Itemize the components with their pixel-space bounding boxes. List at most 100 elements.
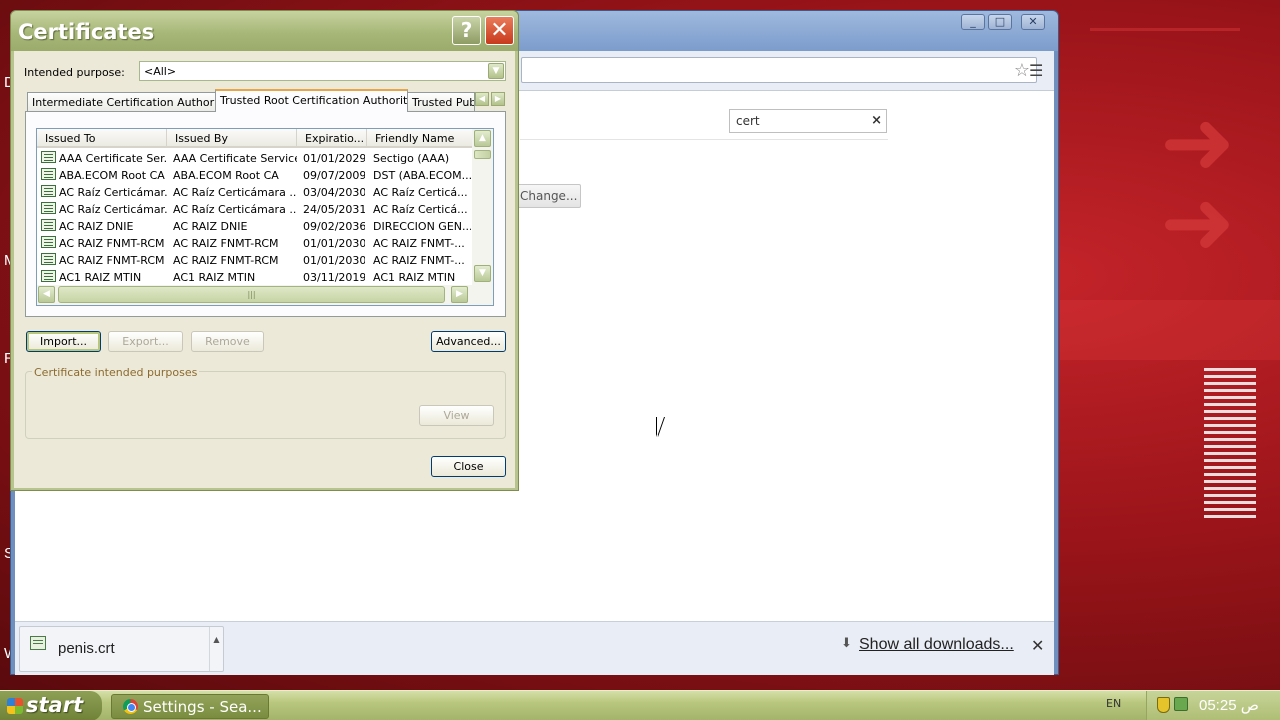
table-row[interactable]: AC RAIZ FNMT-RCM AC RAIZ FNMT-RCM 01/01/… [37, 235, 473, 252]
table-row[interactable]: AAA Certificate Ser... AAA Certificate S… [37, 150, 473, 167]
cell-expiration: 09/07/2009 [303, 169, 365, 182]
scroll-up-icon[interactable]: ▲ [474, 130, 491, 147]
clock[interactable]: 05:25 ص [1199, 696, 1259, 714]
change-proxy-button[interactable]: Change... [517, 184, 581, 208]
scroll-down-icon[interactable]: ▼ [474, 265, 491, 282]
cell-expiration: 09/02/2036 [303, 220, 365, 233]
cell-issued-to: AC Raíz Certicámar... [59, 186, 167, 199]
start-button[interactable]: start [0, 691, 102, 720]
certificate-icon [41, 236, 56, 248]
cell-issued-by: AC1 RAIZ MTIN [173, 271, 256, 284]
tab-trusted-publishers[interactable]: Trusted Publi [407, 92, 475, 111]
settings-search-value: cert [736, 114, 760, 128]
cell-expiration: 01/01/2029 [303, 152, 365, 165]
certificate-purposes-group: Certificate intended purposes View [25, 366, 506, 439]
windows-logo-icon [7, 698, 23, 714]
cell-friendly-name: AC RAIZ FNMT-... [373, 237, 465, 250]
export-button[interactable]: Export... [108, 331, 183, 352]
table-row[interactable]: AC Raíz Certicámar... AC Raíz Certicámar… [37, 184, 473, 201]
minimize-button[interactable]: _ [961, 14, 985, 30]
intended-purpose-value: <All> [144, 65, 177, 78]
help-button[interactable]: ? [452, 16, 481, 45]
scroll-right-icon[interactable]: ▶ [451, 286, 468, 303]
certificate-icon [41, 253, 56, 265]
import-button[interactable]: Import... [26, 331, 101, 352]
certificate-icon [41, 202, 56, 214]
certificate-icon [41, 185, 56, 197]
view-button[interactable]: View [419, 405, 494, 426]
window-close-button[interactable]: ✕ [1021, 14, 1045, 30]
chevron-down-icon[interactable]: ▼ [488, 63, 504, 79]
cell-friendly-name: AC RAIZ FNMT-... [373, 254, 465, 267]
address-bar[interactable]: ☆ [521, 57, 1037, 83]
system-tray: 05:25 ص [1146, 691, 1280, 720]
cell-expiration: 01/01/2030 [303, 237, 365, 250]
cell-issued-by: AC Raíz Certicámara ... [173, 203, 297, 216]
start-label: start [26, 693, 84, 717]
cell-expiration: 03/04/2030 [303, 186, 365, 199]
table-row[interactable]: AC1 RAIZ MTIN AC1 RAIZ MTIN 03/11/2019 A… [37, 269, 473, 286]
tab-intermediate-ca[interactable]: Intermediate Certification Authorities [27, 92, 217, 111]
column-expiration[interactable]: Expiratio... [297, 129, 367, 146]
column-friendly-name[interactable]: Friendly Name [367, 129, 473, 146]
horizontal-scroll-thumb[interactable]: ||| [58, 286, 445, 303]
dialog-titlebar[interactable]: Certificates ? ✕ [11, 11, 518, 51]
column-issued-to[interactable]: Issued To [37, 129, 167, 146]
tab-panel: Issued To Issued By Expiratio... Friendl… [25, 111, 506, 317]
tab-trusted-root-ca[interactable]: Trusted Root Certification Authorities [215, 89, 408, 112]
cell-issued-by: AC RAIZ FNMT-RCM [173, 237, 279, 250]
download-file-name: penis.crt [58, 640, 115, 657]
table-row[interactable]: AC Raíz Certicámar... AC Raíz Certicámar… [37, 201, 473, 218]
cell-friendly-name: DST (ABA.ECOM... [373, 169, 471, 182]
desktop-decoration [1090, 28, 1240, 31]
cell-issued-to: AC RAIZ FNMT-RCM [59, 254, 165, 267]
dialog-close-icon[interactable]: ✕ [485, 16, 514, 45]
horizontal-scrollbar[interactable]: ◀ ||| ▶ [37, 285, 493, 305]
download-item[interactable]: penis.crt ▲ [19, 626, 224, 672]
tab-scroll-right-icon[interactable]: ▶ [491, 92, 505, 106]
certificates-dialog: Certificates ? ✕ Intended purpose: <All>… [10, 10, 519, 491]
intended-purpose-label: Intended purpose: [24, 66, 125, 79]
cell-issued-by: ABA.ECOM Root CA [173, 169, 279, 182]
taskbar-item-chrome[interactable]: Settings - Sea... [111, 694, 269, 719]
settings-search-input[interactable]: cert × [729, 109, 887, 133]
show-all-downloads-link[interactable]: Show all downloads... [859, 636, 1014, 654]
mouse-pointer-icon [657, 417, 664, 437]
table-row[interactable]: ABA.ECOM Root CA ABA.ECOM Root CA 09/07/… [37, 167, 473, 184]
close-button[interactable]: Close [431, 456, 506, 477]
vertical-scrollbar[interactable]: ▲ ▼ [472, 129, 493, 287]
chrome-menu-icon[interactable]: ☰ [1029, 61, 1043, 80]
dialog-body: Intended purpose: <All> ▼ Intermediate C… [14, 51, 515, 488]
vertical-scroll-thumb[interactable] [474, 150, 491, 159]
table-row[interactable]: AC RAIZ DNIE AC RAIZ DNIE 09/02/2036 DIR… [37, 218, 473, 235]
security-shield-icon[interactable] [1157, 697, 1170, 713]
desktop-decoration [1060, 300, 1280, 360]
clear-search-icon[interactable]: × [871, 113, 882, 128]
certificate-list[interactable]: Issued To Issued By Expiratio... Friendl… [36, 128, 494, 306]
cell-issued-to: AC RAIZ DNIE [59, 220, 134, 233]
table-row[interactable]: AC RAIZ FNMT-RCM AC RAIZ FNMT-RCM 01/01/… [37, 252, 473, 269]
download-options-chevron-icon[interactable]: ▲ [209, 627, 223, 671]
certificate-icon [41, 219, 56, 231]
divider [520, 139, 888, 140]
bookmark-star-icon[interactable]: ☆ [1014, 60, 1030, 81]
scroll-left-icon[interactable]: ◀ [38, 286, 55, 303]
cell-issued-to: AC RAIZ FNMT-RCM [59, 237, 165, 250]
remove-button[interactable]: Remove [191, 331, 264, 352]
advanced-button[interactable]: Advanced... [431, 331, 506, 352]
list-header: Issued To Issued By Expiratio... Friendl… [37, 129, 473, 148]
intended-purpose-select[interactable]: <All> ▼ [139, 61, 506, 81]
cell-expiration: 03/11/2019 [303, 271, 365, 284]
tab-scroll-left-icon[interactable]: ◀ [475, 92, 489, 106]
cell-issued-by: AC RAIZ FNMT-RCM [173, 254, 279, 267]
column-issued-by[interactable]: Issued By [167, 129, 297, 146]
cell-expiration: 24/05/2031 [303, 203, 365, 216]
chrome-icon [123, 699, 138, 714]
network-icon[interactable] [1174, 697, 1188, 711]
language-indicator[interactable]: EN [1106, 697, 1121, 710]
downloads-bar-close-icon[interactable]: ✕ [1031, 636, 1044, 655]
cell-issued-to: AC1 RAIZ MTIN [59, 271, 142, 284]
cell-friendly-name: AC1 RAIZ MTIN [373, 271, 456, 284]
maximize-button[interactable]: □ [988, 14, 1012, 30]
cell-friendly-name: AC Raíz Certicá... [373, 203, 468, 216]
